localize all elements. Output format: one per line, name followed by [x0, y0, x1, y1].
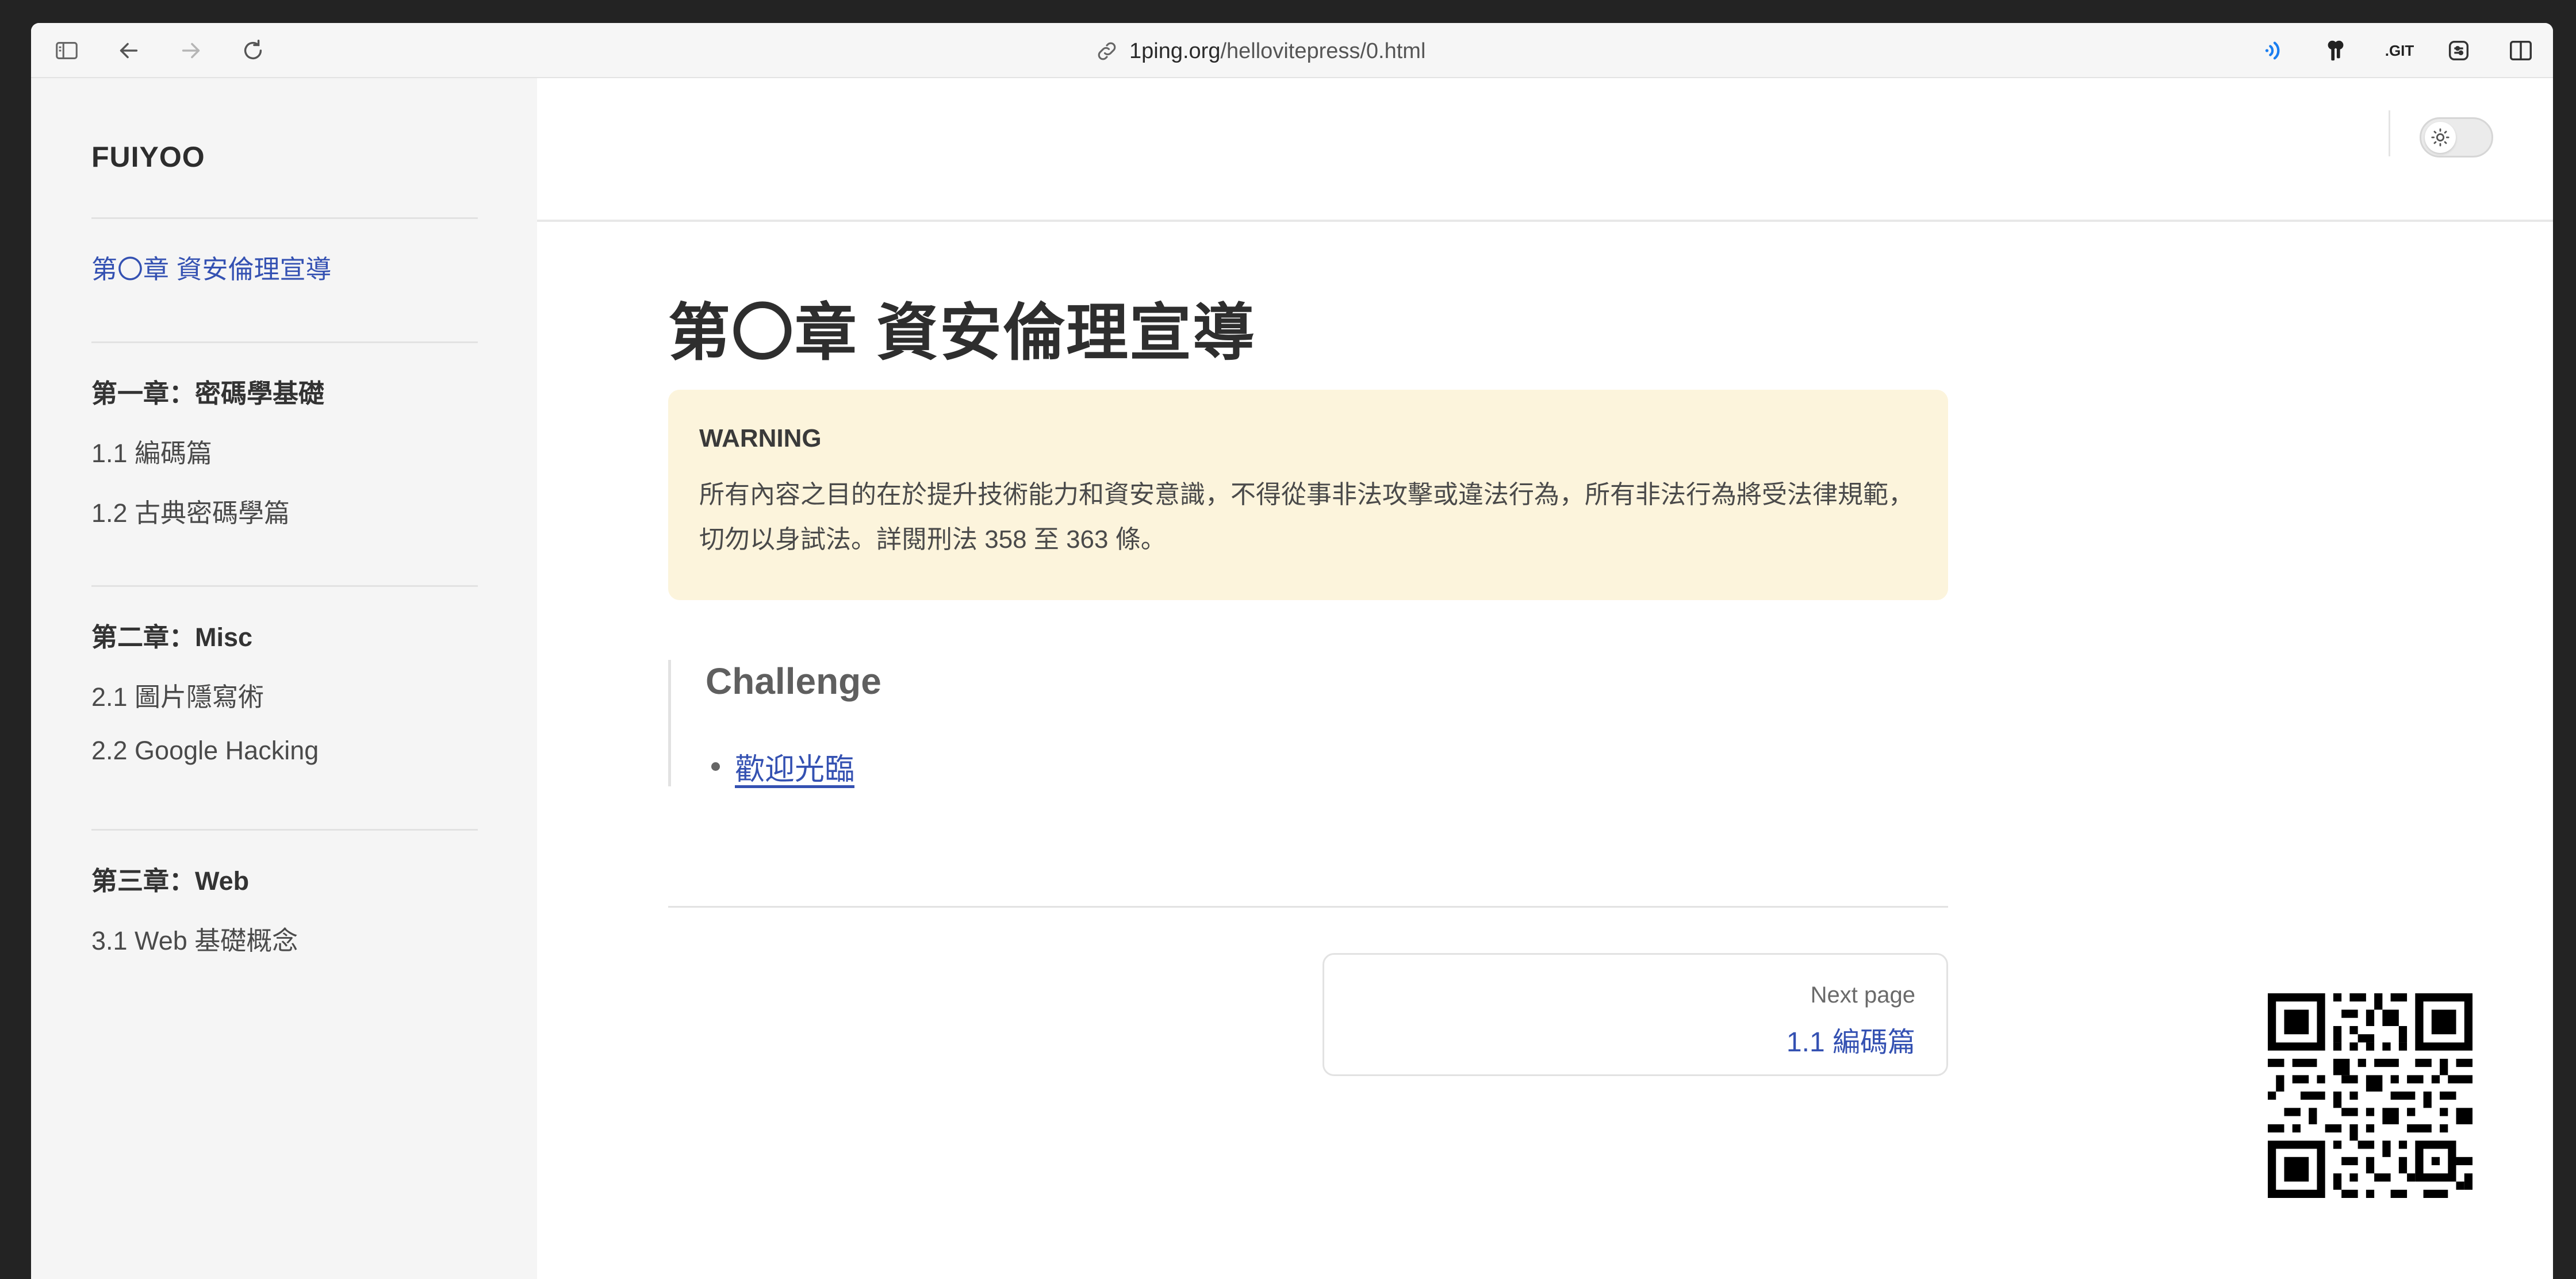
next-page-link[interactable]: 1.1 編碼篇 — [1787, 1019, 1915, 1059]
page-title: 第〇章 資安倫理宣導 — [668, 298, 1256, 367]
sidebar-toggle-icon[interactable] — [53, 37, 80, 64]
sidebar-item-chapter-0[interactable]: 第〇章 資安倫理宣導 — [91, 248, 332, 286]
theme-toggle-knob — [2425, 122, 2456, 153]
sidebar-divider — [91, 217, 478, 219]
sidebar-item-2-1[interactable]: 2.1 圖片隱寫術 — [91, 676, 264, 713]
sidebar-group-chapter-1[interactable]: 第一章：密碼學基礎 — [91, 372, 324, 410]
challenge-link-welcome[interactable]: 歡迎光臨 — [735, 745, 854, 788]
split-view-icon[interactable] — [2507, 37, 2535, 64]
sidebar-divider — [91, 829, 478, 831]
theme-toggle[interactable] — [2420, 117, 2493, 158]
reload-icon[interactable] — [239, 37, 267, 64]
warning-callout: WARNING 所有內容之目的在於提升技術能力和資安意識，不得從事非法攻擊或違法… — [668, 390, 1948, 600]
screen-background: 1ping.org/hellovitepress/0.html .GIT FUI… — [0, 0, 2576, 1279]
forward-icon[interactable] — [177, 37, 205, 64]
challenge-section: Challenge 歡迎光臨 — [668, 660, 1243, 786]
sidebar-item-1-2[interactable]: 1.2 古典密碼學篇 — [91, 492, 290, 529]
list-item: 歡迎光臨 — [711, 745, 854, 788]
address-host: 1ping.org — [1129, 39, 1221, 63]
wifi-extension-icon[interactable] — [2260, 37, 2287, 64]
address-path: /hellovitepress/0.html — [1220, 39, 1426, 63]
key-extension-icon[interactable] — [2322, 37, 2349, 64]
sun-icon — [2431, 128, 2450, 147]
qr-code-icon — [2268, 993, 2472, 1198]
challenge-list: 歡迎光臨 — [711, 745, 854, 788]
address-bar[interactable]: 1ping.org/hellovitepress/0.html — [1095, 38, 1425, 64]
content-divider — [668, 906, 1948, 908]
challenge-heading: Challenge — [706, 660, 881, 702]
warning-text: 所有內容之目的在於提升技術能力和資安意識，不得從事非法攻擊或違法行為，所有非法行… — [699, 481, 1914, 554]
browser-toolbar: 1ping.org/hellovitepress/0.html .GIT — [31, 23, 2553, 78]
warning-title: WARNING — [699, 424, 822, 452]
main-header — [537, 78, 2553, 222]
sidebar-item-3-1[interactable]: 3.1 Web 基礎概念 — [91, 920, 298, 957]
link-icon — [1095, 39, 1119, 63]
next-page-label: Next page — [1810, 982, 1915, 1008]
sidebar-group-chapter-3[interactable]: 第三章：Web — [91, 860, 249, 897]
sidebar-group-chapter-2[interactable]: 第二章：Misc — [91, 616, 252, 654]
bullet — [711, 762, 720, 771]
site-brand[interactable]: FUIYOO — [91, 140, 205, 174]
browser-window: 1ping.org/hellovitepress/0.html .GIT FUI… — [31, 23, 2553, 1279]
git-extension-icon[interactable]: .GIT — [2379, 37, 2420, 64]
sidebar-item-2-2[interactable]: 2.2 Google Hacking — [91, 736, 319, 766]
sidebar-item-1-1[interactable]: 1.1 編碼篇 — [91, 432, 212, 470]
sidebar-divider — [91, 341, 478, 343]
docs-sidebar: FUIYOO 第〇章 資安倫理宣導 第一章：密碼學基礎 1.1 編碼篇 1.2 … — [31, 78, 537, 1279]
next-page-card[interactable]: Next page 1.1 編碼篇 — [1322, 953, 1948, 1076]
settings-extension-icon[interactable] — [2445, 37, 2472, 64]
sidebar-divider — [91, 585, 478, 587]
header-separator — [2389, 110, 2390, 156]
back-icon[interactable] — [115, 37, 143, 64]
